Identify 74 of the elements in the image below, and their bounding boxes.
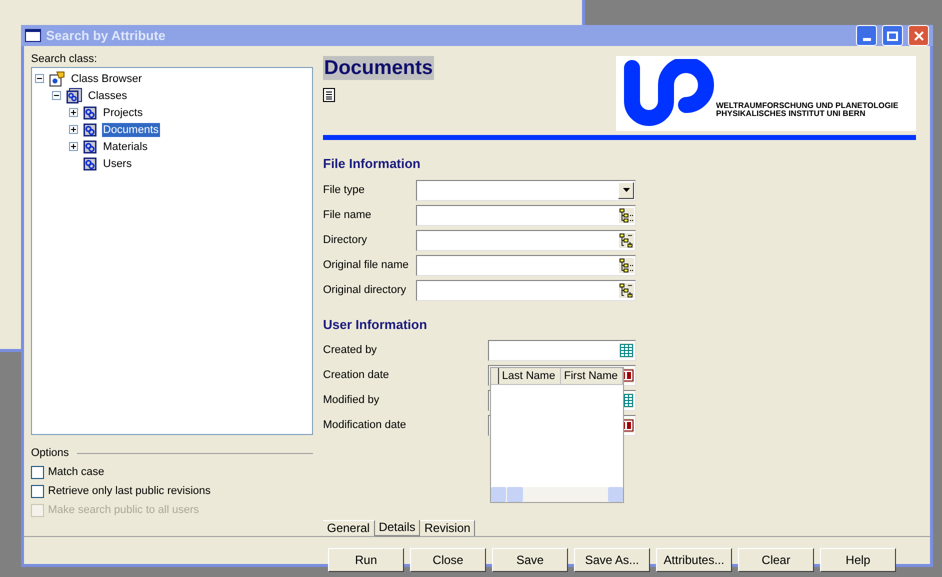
maximize-button[interactable] xyxy=(882,25,903,46)
tab[interactable]: Revision xyxy=(420,520,476,536)
field-label: File name xyxy=(323,208,372,223)
tree-item[interactable]: Documents xyxy=(102,122,160,136)
caret-icon xyxy=(622,188,630,192)
expand-icon[interactable] xyxy=(69,125,78,134)
option-label: Match case xyxy=(48,465,104,480)
document-icon xyxy=(323,88,335,102)
field-label: Original file name xyxy=(323,258,410,273)
tab[interactable]: General xyxy=(323,520,375,536)
input-field[interactable] xyxy=(416,230,636,250)
tree-item[interactable]: Classes xyxy=(87,88,128,102)
field-label: Created by xyxy=(323,343,378,358)
section-title: File Information xyxy=(323,155,422,173)
field-label: Modified by xyxy=(323,393,380,408)
input-field[interactable] xyxy=(488,340,636,361)
tree-item[interactable]: Projects xyxy=(102,106,144,120)
tree-browse-icon[interactable] xyxy=(619,232,634,248)
field-label: Original directory xyxy=(323,282,408,298)
field-label: Creation date xyxy=(323,368,390,384)
class-icon xyxy=(83,106,97,120)
window-title: Search by Attribute xyxy=(46,26,166,45)
collapse-icon[interactable] xyxy=(35,74,44,83)
tab[interactable]: Details xyxy=(374,520,420,536)
dialog-button[interactable]: Save xyxy=(492,548,568,572)
close-icon xyxy=(914,30,924,40)
class-tree[interactable]: Class Browser Classes Projects Documents Materials Users xyxy=(31,67,313,435)
class-icon xyxy=(83,140,97,154)
class-icon xyxy=(83,156,97,170)
checkbox[interactable] xyxy=(31,466,44,479)
dialog-button[interactable]: Close xyxy=(410,548,486,572)
horizontal-scrollbar[interactable] xyxy=(491,487,623,502)
class-title: Documents xyxy=(323,56,434,80)
expand-icon[interactable] xyxy=(69,142,78,151)
tree-item[interactable]: Class Browser xyxy=(70,72,143,86)
collapse-icon[interactable] xyxy=(52,91,61,100)
tree-item[interactable]: Users xyxy=(102,156,133,170)
tree-browse-icon[interactable] xyxy=(619,208,634,222)
search-class-label: Search class: xyxy=(31,52,98,67)
dialog-button[interactable]: Help xyxy=(820,548,896,572)
dialog-button[interactable]: Attributes... xyxy=(656,548,732,572)
tree-item[interactable]: Materials xyxy=(102,140,149,154)
options-label: Options xyxy=(31,446,69,461)
grid-icon[interactable] xyxy=(619,343,634,358)
option-label: Retrieve only last public revisions xyxy=(48,484,211,500)
minimize-button[interactable] xyxy=(856,25,877,46)
column-header[interactable]: First Name xyxy=(561,368,623,384)
dropdown-button[interactable] xyxy=(618,182,634,198)
dialog-button[interactable]: Clear xyxy=(738,548,814,572)
input-field[interactable] xyxy=(416,254,636,276)
logo-text: PHYSIKALISCHES INSTITUT UNI BERN xyxy=(716,110,866,118)
option-label: Make search public to all users xyxy=(48,503,200,518)
field-label: Directory xyxy=(323,232,368,248)
maximize-icon xyxy=(887,30,898,40)
window-icon xyxy=(25,29,41,42)
expand-icon[interactable] xyxy=(69,108,78,117)
field-label: File type xyxy=(323,182,366,198)
close-button[interactable] xyxy=(908,25,929,46)
input-field[interactable] xyxy=(416,280,636,300)
class-browser-icon xyxy=(49,70,65,86)
dropdown-field[interactable] xyxy=(416,180,636,200)
tree-browse-icon[interactable] xyxy=(619,258,634,272)
class-icon xyxy=(83,122,97,136)
minimize-icon xyxy=(862,38,870,41)
dialog-button[interactable]: Run xyxy=(328,548,404,572)
class-stack-icon xyxy=(66,88,82,104)
tree-browse-icon[interactable] xyxy=(619,282,634,298)
dialog-button[interactable]: Save As... xyxy=(574,548,650,572)
field-label: Modification date xyxy=(323,418,408,434)
logo-text: WELTRAUMFORSCHUNG UND PLANETOLOGIE xyxy=(716,102,898,110)
input-field[interactable] xyxy=(416,204,636,226)
checkbox[interactable] xyxy=(31,485,44,498)
column-header[interactable]: Last Name xyxy=(499,368,561,384)
section-title: User Information xyxy=(323,316,428,334)
